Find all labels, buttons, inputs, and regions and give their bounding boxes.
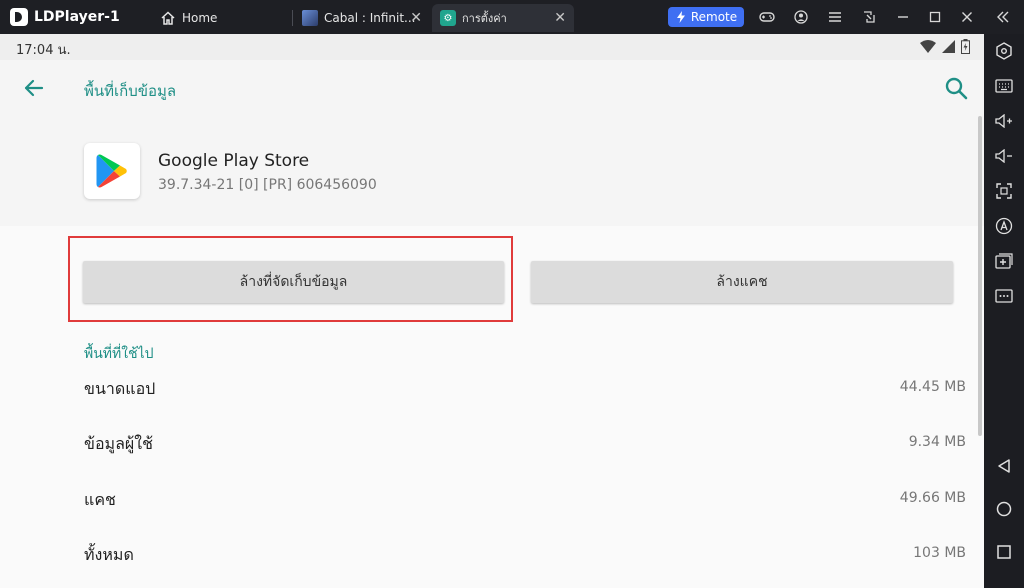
maximize-icon[interactable]	[926, 8, 944, 26]
window-restore-icon[interactable]	[860, 8, 878, 26]
back-arrow-icon[interactable]	[20, 74, 48, 102]
app-version-label: 39.7.34-21 [0] [PR] 606456090	[158, 177, 377, 193]
page-title: พื้นที่เก็บข้อมูล	[84, 82, 177, 100]
ldplayer-logo-icon	[10, 8, 28, 26]
auto-operation-icon[interactable]	[992, 214, 1016, 238]
highlight-annotation-box	[68, 236, 513, 322]
storage-row-label: ขนาดแอป	[84, 379, 156, 398]
status-icons	[920, 39, 970, 54]
add-app-icon[interactable]	[992, 249, 1016, 273]
storage-row-value: 103 MB	[913, 545, 966, 561]
lightning-icon	[676, 11, 685, 23]
volume-up-icon[interactable]	[992, 109, 1016, 133]
google-play-logo-icon	[84, 143, 140, 199]
window-titlebar: LDPlayer-1 Home Cabal : Infinit... ✕ ⚙ ก…	[0, 0, 1024, 34]
storage-row-label: ทั้งหมด	[84, 545, 134, 564]
remote-button[interactable]: Remote	[668, 7, 744, 27]
app-logo: LDPlayer-1	[10, 7, 120, 27]
keyboard-icon[interactable]	[992, 74, 1016, 98]
more-options-icon[interactable]	[992, 284, 1016, 308]
home-icon	[161, 11, 175, 25]
android-screen: 17:04 น. พื้นที่เก็บข้อมูล Google Play S…	[0, 34, 984, 588]
app-info-header: Google Play Store 39.7.34-21 [0] [PR] 60…	[0, 118, 984, 226]
storage-row-label: ข้อมูลผู้ใช้	[84, 434, 153, 453]
app-name-label: Google Play Store	[158, 151, 310, 171]
section-title-space-used: พื้นที่ที่ใช้ไป	[84, 346, 154, 362]
gamepad-icon[interactable]	[758, 8, 776, 26]
storage-row-value: 9.34 MB	[908, 434, 966, 450]
account-icon[interactable]	[792, 8, 810, 26]
clear-cache-button[interactable]: ล้างแคช	[531, 261, 953, 303]
close-tab-settings-icon[interactable]: ✕	[554, 10, 566, 26]
game-thumbnail-icon	[302, 10, 318, 26]
tab-cabal[interactable]: Cabal : Infinit... ✕	[294, 4, 430, 32]
storage-row-label: แคช	[84, 490, 116, 509]
storage-row-value: 49.66 MB	[899, 490, 966, 506]
status-time: 17:04 น.	[16, 43, 71, 58]
collapse-sidebar-icon[interactable]	[994, 8, 1012, 26]
android-home-icon[interactable]	[992, 497, 1016, 521]
minimize-icon[interactable]	[894, 8, 912, 26]
scrollbar[interactable]	[978, 116, 982, 436]
remote-label: Remote	[690, 10, 738, 24]
tab-divider	[292, 10, 293, 26]
tab-settings[interactable]: ⚙ การตั้งค่า ✕	[432, 4, 574, 32]
close-tab-cabal-icon[interactable]: ✕	[410, 10, 422, 26]
storage-content: ล้างที่จัดเก็บข้อมูล ล้างแคช พื้นที่ที่ใ…	[0, 226, 984, 588]
tab-settings-label: การตั้งค่า	[462, 12, 507, 25]
settings-app-icon: ⚙	[440, 10, 456, 26]
wifi-icon	[920, 40, 936, 53]
android-recents-icon[interactable]	[992, 540, 1016, 564]
tab-home[interactable]: Home	[152, 4, 292, 32]
app-name: LDPlayer-1	[34, 9, 120, 25]
tab-cabal-label: Cabal : Infinit...	[324, 11, 416, 25]
signal-icon	[942, 40, 955, 53]
menu-icon[interactable]	[826, 8, 844, 26]
android-back-icon[interactable]	[992, 454, 1016, 478]
search-icon[interactable]	[942, 74, 970, 102]
screenshot-icon[interactable]	[992, 179, 1016, 203]
close-window-icon[interactable]	[958, 8, 976, 26]
battery-icon	[961, 39, 970, 54]
app-bar: พื้นที่เก็บข้อมูล	[0, 60, 984, 118]
volume-down-icon[interactable]	[992, 144, 1016, 168]
emulator-toolbar	[984, 34, 1024, 588]
status-bar: 17:04 น.	[0, 34, 984, 60]
storage-row-value: 44.45 MB	[899, 379, 966, 395]
tab-home-label: Home	[182, 11, 218, 25]
settings-hex-icon[interactable]	[992, 39, 1016, 63]
